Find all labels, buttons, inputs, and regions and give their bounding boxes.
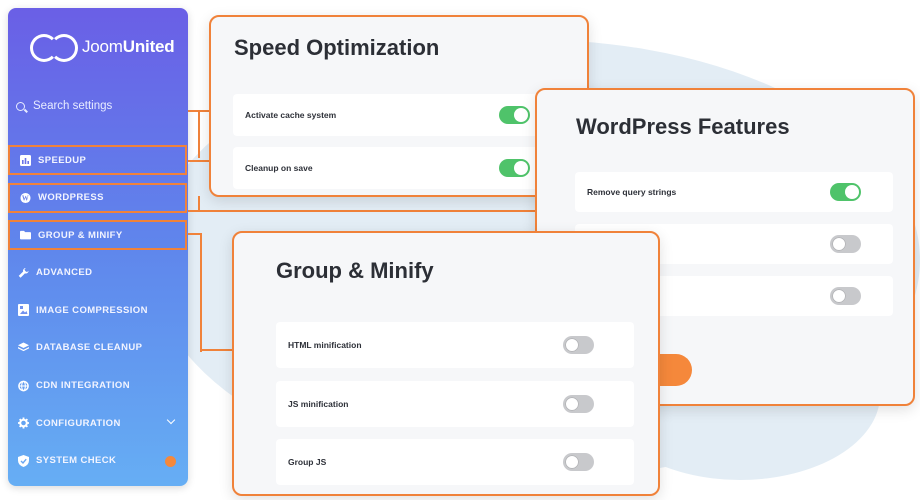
setting-row[interactable]: HTML minification — [276, 322, 634, 368]
toggle-switch[interactable] — [830, 287, 861, 305]
toggle-switch[interactable] — [830, 235, 861, 253]
folder-icon — [20, 230, 31, 241]
setting-label: Cleanup on save — [245, 163, 313, 173]
connector-group-h — [200, 349, 234, 351]
sidebar-item-database-cleanup[interactable]: DATABASE CLEANUP — [8, 333, 188, 363]
sidebar-item-label: SYSTEM CHECK — [36, 455, 117, 467]
toggle-switch[interactable] — [563, 453, 594, 471]
wordpress-icon: W — [20, 192, 31, 203]
connector-wordpress — [188, 196, 198, 212]
sidebar-item-image-compression[interactable]: IMAGE COMPRESSION — [8, 295, 188, 325]
sidebar-item-label: SPEEDUP — [38, 154, 87, 166]
connector-wordpress-v — [198, 196, 540, 212]
setting-label: JS minification — [288, 399, 349, 409]
globe-icon — [18, 380, 29, 391]
notification-dot — [165, 455, 176, 467]
setting-row[interactable]: JS minification — [276, 381, 634, 427]
card-title: Speed Optimization — [234, 35, 440, 60]
sidebar-item-system-check[interactable]: SYSTEM CHECK — [8, 446, 188, 476]
toggle-switch[interactable] — [830, 183, 861, 201]
search-input[interactable]: Search settings — [16, 100, 112, 112]
sidebar-item-group-minify[interactable]: GROUP & MINIFY — [8, 220, 187, 251]
svg-text:W: W — [22, 195, 29, 202]
setting-label: Activate cache system — [245, 110, 337, 120]
sidebar-item-wordpress[interactable]: W WORDPRESS — [8, 182, 187, 213]
setting-row[interactable]: Activate cache system — [233, 94, 538, 136]
sidebar-item-configuration[interactable]: CONFIGURATION — [8, 408, 188, 438]
setting-label: Remove query strings — [587, 187, 677, 197]
sidebar-item-label: CONFIGURATION — [36, 417, 121, 429]
group-minify-card: Group & Minify HTML minification JS mini… — [232, 231, 660, 496]
sidebar-item-label: WORDPRESS — [38, 192, 104, 204]
logo: JoomUnited — [30, 34, 175, 62]
toggle-switch[interactable] — [499, 159, 530, 177]
chart-icon — [20, 154, 31, 166]
logo-text: JoomUnited — [82, 37, 175, 56]
sidebar-item-speedup[interactable]: SPEEDUP — [8, 145, 187, 175]
setting-row[interactable]: Remove query strings — [575, 172, 893, 212]
card-title: WordPress Features — [576, 114, 790, 139]
chevron-down-icon[interactable] — [166, 415, 176, 425]
gear-icon — [18, 417, 29, 429]
sidebar-item-label: DATABASE CLEANUP — [36, 342, 143, 354]
setting-label: HTML minification — [288, 340, 362, 350]
speed-optimization-card: Speed Optimization Activate cache system… — [209, 15, 589, 197]
sidebar-nav: SPEEDUP W WORDPRESS GROUP & MINIFY ADVAN… — [8, 145, 188, 483]
logo-mark-icon — [30, 34, 80, 62]
toggle-switch[interactable] — [563, 395, 594, 413]
database-icon — [18, 342, 29, 353]
setting-row[interactable]: Group JS — [276, 439, 634, 485]
sidebar-item-cdn-integration[interactable]: CDN INTEGRATION — [8, 371, 188, 401]
sidebar-item-label: CDN INTEGRATION — [36, 380, 130, 392]
toggle-switch[interactable] — [563, 336, 594, 354]
sidebar: JoomUnited Search settings SPEEDUP W WOR… — [8, 8, 188, 486]
sidebar-item-label: ADVANCED — [36, 267, 93, 279]
sidebar-item-advanced[interactable]: ADVANCED — [8, 258, 188, 288]
sidebar-item-label: GROUP & MINIFY — [38, 229, 123, 241]
shield-icon — [18, 454, 29, 467]
connector-speedup-v — [198, 110, 200, 158]
search-placeholder: Search settings — [33, 100, 113, 112]
setting-label: Group JS — [288, 457, 327, 467]
connector-group — [188, 233, 202, 352]
sidebar-item-label: IMAGE COMPRESSION — [36, 304, 148, 316]
card-title: Group & Minify — [276, 258, 434, 283]
wrench-icon — [18, 267, 29, 278]
search-icon — [16, 101, 25, 111]
setting-row[interactable]: Cleanup on save — [233, 147, 538, 189]
image-icon — [18, 304, 29, 317]
toggle-switch[interactable] — [499, 106, 530, 124]
